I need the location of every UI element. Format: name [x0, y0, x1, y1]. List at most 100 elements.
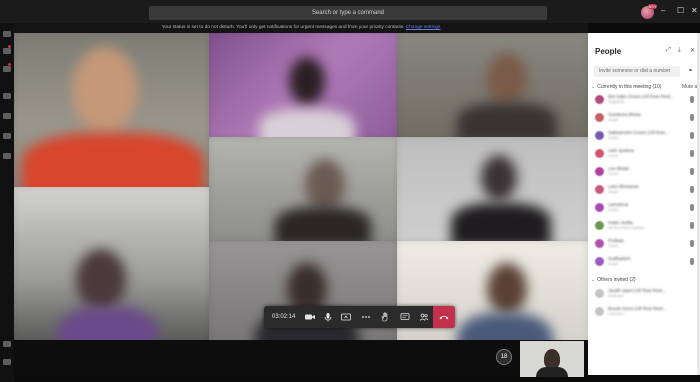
video-tile[interactable]	[209, 33, 397, 137]
notification-dot	[8, 45, 11, 48]
people-panel: People ⤢ ⤓ ✕ Invite someone or dial a nu…	[588, 33, 700, 375]
change-settings-link[interactable]: Change settings	[406, 25, 441, 30]
participant-row[interactable]: Sudhadarri Guest	[593, 254, 697, 270]
more-icon[interactable]	[360, 311, 372, 323]
self-view-body	[536, 367, 568, 377]
microphone-icon[interactable]	[322, 311, 334, 323]
files-icon[interactable]	[3, 133, 11, 139]
participant-role: Unknown	[608, 312, 624, 316]
camera-icon[interactable]	[304, 311, 316, 323]
video-tile[interactable]	[14, 33, 209, 187]
participant-name: Sudhadarri	[608, 256, 631, 261]
video-tile[interactable]	[209, 137, 397, 241]
participant-avatar	[595, 149, 604, 158]
participant-avatar	[595, 221, 604, 230]
participant-row[interactable]: Lao Bhala Guest	[593, 164, 697, 180]
participant-name: Lao Bhala	[608, 166, 629, 171]
microphone-icon[interactable]	[690, 168, 694, 175]
others-invited-header[interactable]: ⌄ Others invited (2)	[591, 277, 636, 283]
participant-avatar	[595, 167, 604, 176]
video-tile[interactable]	[397, 33, 588, 137]
participant-role: Guest	[608, 244, 619, 248]
participant-row[interactable]: Podiaat Guest	[593, 236, 697, 252]
participant-role: Guest	[608, 118, 619, 122]
self-view-video[interactable]	[520, 341, 584, 377]
participant-row[interactable]: Inaitu Joolta All Row Rest Institute	[593, 218, 697, 234]
participant-name: Bet Sabo Grann (All Row Rest...	[608, 94, 674, 99]
chat-icon[interactable]	[399, 311, 411, 323]
participant-avatar	[595, 131, 604, 140]
microphone-icon[interactable]	[690, 204, 694, 211]
participant-row[interactable]: Bet Sabo Grann (All Row Rest... Organizer	[593, 92, 697, 108]
apps-icon[interactable]	[3, 341, 11, 347]
raise-hand-icon[interactable]	[379, 311, 391, 323]
chevron-down-icon: ⌄	[591, 84, 596, 90]
participant-avatar	[595, 203, 604, 212]
participant-name: Sabsamohn Grann (All Row...	[608, 130, 669, 135]
notification-dot	[8, 63, 11, 66]
maximize-button[interactable]: ☐	[677, 6, 684, 16]
participant-avatar	[595, 257, 604, 266]
participant-name: Inaitu Joolta	[608, 220, 633, 225]
microphone-icon[interactable]	[690, 114, 694, 121]
participant-row[interactable]: Bouds Geon (All Row Rest... Unknown	[593, 304, 697, 320]
participant-name: Leko Bhetanan	[608, 184, 639, 189]
close-button[interactable]: ✕	[691, 6, 698, 16]
minimize-button[interactable]: –	[661, 6, 665, 16]
participant-name: Jaudh Jaam (All Row Rest...	[608, 288, 666, 293]
activity-icon[interactable]	[3, 31, 11, 37]
participant-role: Guest	[608, 154, 619, 158]
teams-icon[interactable]	[3, 66, 11, 72]
video-tile[interactable]	[397, 137, 588, 241]
call-timer: 03:02:14	[272, 314, 296, 320]
participant-avatar	[595, 95, 604, 104]
microphone-icon[interactable]	[690, 222, 694, 229]
share-invite-icon[interactable]: ⚭	[688, 67, 693, 74]
microphone-icon[interactable]	[690, 150, 694, 157]
participant-name: Bouds Geon (All Row Rest...	[608, 306, 667, 311]
microphone-icon[interactable]	[690, 258, 694, 265]
participant-role: Guest	[608, 208, 619, 212]
microphone-icon[interactable]	[690, 96, 694, 103]
calendar-icon[interactable]	[3, 93, 11, 99]
participant-count-badge[interactable]: 18	[496, 349, 512, 365]
share-screen-icon[interactable]	[340, 311, 352, 323]
status-badge: BSY	[648, 4, 657, 9]
participant-name: Ashi Jyotivra	[608, 148, 635, 153]
close-panel-icon[interactable]: ✕	[690, 47, 695, 54]
participant-row[interactable]: Leko Bhetanan Guest	[593, 182, 697, 198]
microphone-icon[interactable]	[690, 240, 694, 247]
invite-input[interactable]: Invite someone or dial a number	[594, 66, 680, 77]
participant-avatar	[595, 289, 604, 298]
calls-icon[interactable]	[3, 113, 11, 119]
participant-name: Lamolena	[608, 202, 629, 207]
current-participants-header[interactable]: ⌄ Currently in this meeting (10)	[591, 84, 661, 90]
help-icon[interactable]	[3, 359, 11, 365]
participant-name: Podiaat	[608, 238, 624, 243]
search-input[interactable]: Search or type a command	[149, 6, 547, 20]
microphone-icon[interactable]	[690, 132, 694, 139]
teams-meeting-window: Search or type a command BSY – ☐ ✕ Your …	[0, 0, 700, 382]
participant-row[interactable]: Ashi Jyotivra Guest	[593, 146, 697, 162]
participant-avatar	[595, 239, 604, 248]
pop-out-icon[interactable]: ⤢	[666, 47, 671, 54]
participant-role: All Row Rest Institute	[608, 226, 645, 230]
people-panel-title: People	[595, 47, 622, 56]
microphone-icon[interactable]	[690, 186, 694, 193]
dnd-notification-text: Your status is set to do not disturb. Yo…	[161, 25, 405, 30]
dnd-notification: Your status is set to do not disturb. Yo…	[14, 23, 588, 33]
participant-row[interactable]: Gordeora Bheta Guest	[593, 110, 697, 126]
participant-row[interactable]: Jaudh Jaam (All Row Rest... Unknown	[593, 286, 697, 302]
participant-role: Guest	[608, 136, 619, 140]
participant-role: Organizer	[608, 100, 625, 104]
download-icon[interactable]: ⤓	[678, 47, 681, 54]
participants-icon[interactable]	[418, 311, 430, 323]
hang-up-button[interactable]	[433, 306, 455, 328]
more-apps-icon[interactable]	[3, 153, 11, 159]
chat-icon[interactable]	[3, 48, 11, 54]
others-invited-label: Others invited (2)	[597, 277, 636, 283]
title-bar: Search or type a command BSY – ☐ ✕	[0, 0, 700, 23]
participant-row[interactable]: Sabsamohn Grann (All Row... Guest	[593, 128, 697, 144]
current-participants-label: Currently in this meeting (10)	[597, 84, 662, 90]
participant-row[interactable]: Lamolena Guest	[593, 200, 697, 216]
